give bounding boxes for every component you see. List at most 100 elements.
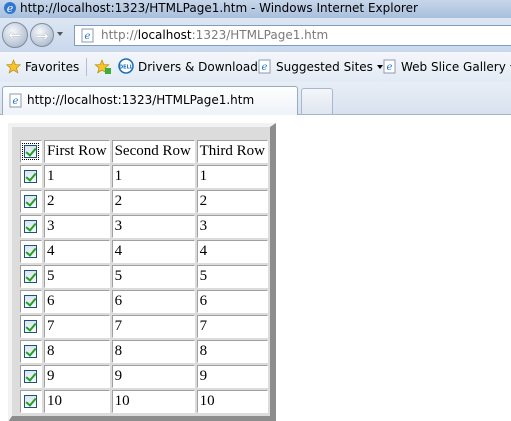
table-cell: 8	[196, 340, 268, 363]
table-cell: 1	[43, 165, 110, 188]
row-checkbox[interactable]	[24, 220, 38, 234]
ie-logo-icon: e	[4, 2, 16, 15]
table-cell: 10	[111, 390, 195, 413]
table-cell: 3	[111, 215, 195, 238]
chevron-down-icon	[376, 65, 383, 69]
table-cell: 7	[43, 315, 110, 338]
tab-htmlpage1[interactable]: e http://localhost:1323/HTMLPage1.htm	[2, 86, 298, 115]
ie-page-icon: e	[81, 28, 94, 43]
address-bar[interactable]: e http://localhost:1323/HTMLPage1.htm	[74, 25, 511, 46]
table-row: 222	[20, 190, 268, 213]
favorites-item-drivers[interactable]: DELL Drivers & Downloads	[118, 52, 264, 82]
column-header: Second Row	[111, 140, 195, 163]
column-header: First Row	[43, 140, 110, 163]
table-row: 888	[20, 340, 268, 363]
favorites-separator	[86, 58, 87, 76]
grid-container: First Row Second Row Third Row 111222333…	[8, 123, 276, 421]
table-cell: 5	[111, 265, 195, 288]
table-cell: 6	[196, 290, 268, 313]
table-row: 666	[20, 290, 268, 313]
favorites-item-suggested-sites[interactable]: e Suggested Sites	[258, 52, 383, 82]
table-cell: 9	[111, 365, 195, 388]
favorites-button[interactable]: Favorites	[6, 52, 79, 82]
table-cell: 9	[196, 365, 268, 388]
table-row: 444	[20, 240, 268, 263]
row-checkbox[interactable]	[24, 345, 38, 359]
table-row: 999	[20, 365, 268, 388]
svg-text:e: e	[262, 62, 268, 73]
table-row: 111	[20, 165, 268, 188]
add-favorite-icon	[94, 59, 111, 74]
forward-arrow-icon: →	[35, 27, 49, 45]
table-cell: 2	[111, 190, 195, 213]
tab-bar: e http://localhost:1323/HTMLPage1.htm	[0, 82, 511, 115]
column-header: Third Row	[196, 140, 268, 163]
favorites-bar: Favorites DELL Drivers & Downloads e Sug…	[0, 52, 511, 82]
favorites-item-label: Web Slice Gallery	[401, 60, 506, 74]
add-to-favorites-bar-button[interactable]	[94, 52, 115, 82]
select-all-checkbox[interactable]	[22, 143, 40, 161]
table-cell: 4	[43, 240, 110, 263]
data-grid: First Row Second Row Third Row 111222333…	[18, 138, 270, 415]
table-cell: 4	[196, 240, 268, 263]
address-prefix: http://	[101, 28, 138, 42]
table-cell: 2	[43, 190, 110, 213]
row-checkbox-cell	[20, 390, 42, 413]
row-checkbox[interactable]	[24, 320, 38, 334]
svg-text:e: e	[387, 62, 393, 73]
table-cell: 8	[111, 340, 195, 363]
svg-text:DELL: DELL	[119, 65, 134, 71]
back-button[interactable]: ←	[2, 22, 28, 48]
window-title: http://localhost:1323/HTMLPage1.htm - Wi…	[20, 1, 418, 15]
row-checkbox-cell	[20, 290, 42, 313]
table-row: 555	[20, 265, 268, 288]
table-row: 777	[20, 315, 268, 338]
table-cell: 6	[111, 290, 195, 313]
navigation-bar: ← → e http://localhost:1323/HTMLPage1.ht…	[0, 18, 511, 52]
address-path: :1323/HTMLPage1.htm	[191, 28, 329, 42]
ie-page-icon: e	[383, 59, 396, 74]
table-cell: 10	[196, 390, 268, 413]
row-checkbox-cell	[20, 315, 42, 338]
forward-button[interactable]: →	[30, 23, 54, 47]
row-checkbox[interactable]	[24, 395, 38, 409]
star-icon	[6, 59, 21, 74]
table-row: 10 10 10	[20, 390, 268, 413]
svg-text:e: e	[7, 2, 14, 15]
row-checkbox[interactable]	[24, 170, 38, 184]
tab-label: http://localhost:1323/HTMLPage1.htm	[27, 93, 255, 107]
row-checkbox-cell	[20, 215, 42, 238]
favorites-item-label: Drivers & Downloads	[138, 60, 265, 74]
favorites-item-web-slice-gallery[interactable]: e Web Slice Gallery	[383, 52, 511, 82]
window-titlebar: e http://localhost:1323/HTMLPage1.htm - …	[0, 0, 511, 18]
ie-page-icon: e	[258, 59, 271, 74]
row-checkbox[interactable]	[24, 245, 38, 259]
row-checkbox-cell	[20, 190, 42, 213]
table-cell: 1	[111, 165, 195, 188]
ie-page-icon: e	[9, 93, 22, 108]
row-checkbox[interactable]	[24, 195, 38, 209]
dell-icon: DELL	[118, 58, 134, 74]
address-host: localhost	[137, 28, 192, 42]
svg-text:e: e	[85, 31, 91, 42]
page-content: First Row Second Row Third Row 111222333…	[0, 116, 511, 421]
table-cell: 9	[43, 365, 110, 388]
back-arrow-icon: ←	[8, 26, 22, 44]
favorites-item-label: Suggested Sites	[276, 60, 373, 74]
svg-text:e: e	[13, 96, 19, 107]
row-checkbox-cell	[20, 340, 42, 363]
row-checkbox-cell	[20, 365, 42, 388]
row-checkbox[interactable]	[24, 370, 38, 384]
table-row: 333	[20, 215, 268, 238]
recent-pages-dropdown-icon[interactable]	[57, 32, 63, 36]
row-checkbox[interactable]	[24, 295, 38, 309]
table-cell: 8	[43, 340, 110, 363]
row-checkbox-cell	[20, 265, 42, 288]
row-checkbox[interactable]	[24, 270, 38, 284]
row-checkbox-cell	[20, 165, 42, 188]
new-tab-button[interactable]	[301, 88, 333, 114]
table-cell: 6	[43, 290, 110, 313]
table-cell: 3	[196, 215, 268, 238]
table-cell: 4	[111, 240, 195, 263]
row-checkbox-cell	[20, 240, 42, 263]
